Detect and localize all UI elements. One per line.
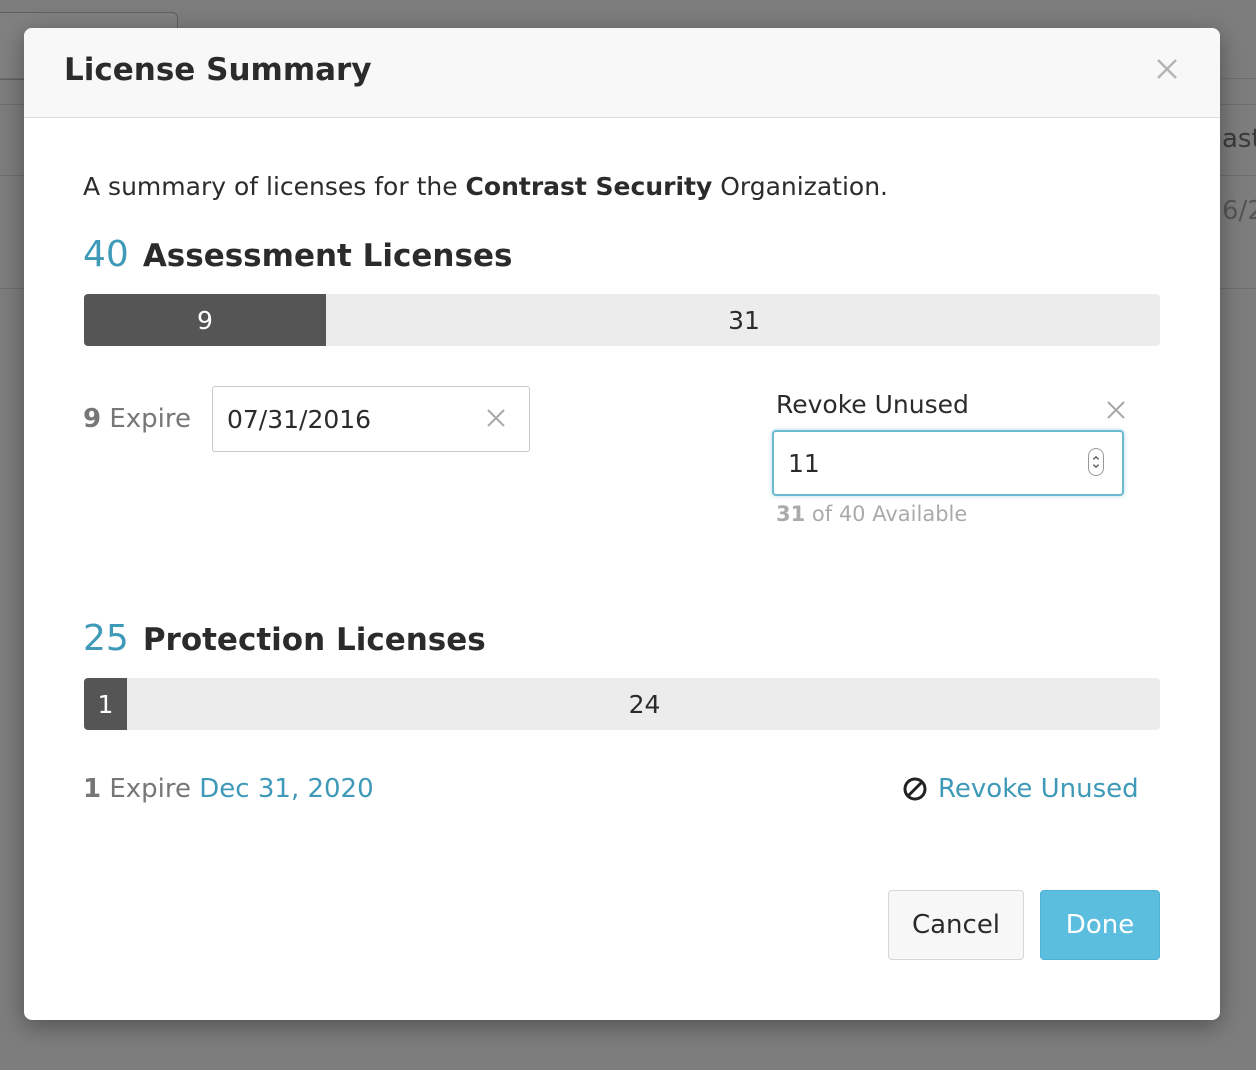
protection-label: Protection Licenses (142, 622, 486, 658)
revoke-unused-link-label[interactable]: Revoke Unused (938, 774, 1139, 804)
license-summary-modal: License Summary A summary of licenses fo… (24, 28, 1220, 1020)
protection-usage-bar: 1 24 (84, 678, 1160, 730)
close-revoke-icon[interactable] (1104, 398, 1128, 422)
done-button[interactable]: Done (1040, 890, 1160, 960)
available-count: 31 (776, 502, 806, 526)
modal-header: License Summary (24, 28, 1220, 118)
assessment-heading: 40 Assessment Licenses (83, 234, 512, 275)
protection-available-segment: 24 (628, 689, 661, 719)
summary-prefix: A summary of licenses for the (83, 172, 466, 201)
background-text-fragment: 6/2 (1222, 196, 1256, 226)
available-suffix: of 40 Available (805, 502, 968, 526)
cancel-button[interactable]: Cancel (888, 890, 1024, 960)
protection-expire-count: 1 (83, 774, 102, 804)
assessment-expire-label: 9 Expire (83, 404, 191, 434)
revoke-unused-label: Revoke Unused (776, 390, 969, 419)
number-stepper-icon[interactable] (1088, 448, 1104, 476)
ban-icon (903, 777, 927, 801)
available-count-text: 31 of 40 Available (776, 502, 967, 526)
revoke-quantity-input[interactable] (772, 430, 1124, 496)
expire-word: Expire (101, 404, 192, 434)
assessment-usage-bar: 9 31 (84, 294, 1160, 346)
assessment-available-segment: 31 (728, 305, 760, 335)
protection-heading: 25 Protection Licenses (83, 618, 486, 659)
assessment-label: Assessment Licenses (142, 238, 513, 274)
close-icon[interactable] (1152, 54, 1182, 84)
assessment-total: 40 (83, 234, 129, 275)
protection-expire-date-link[interactable]: Dec 31, 2020 (199, 774, 373, 804)
background-text-fragment: ast (1222, 124, 1256, 154)
modal-title: License Summary (64, 52, 372, 88)
summary-text: A summary of licenses for the Contrast S… (83, 172, 888, 201)
protection-expire-label: 1 Expire Dec 31, 2020 (83, 774, 374, 804)
protection-used-segment: 1 (84, 678, 127, 730)
protection-total: 25 (83, 618, 129, 659)
clear-date-icon[interactable] (484, 406, 508, 430)
expire-date-input[interactable] (212, 386, 530, 452)
assessment-used-segment: 9 (84, 294, 326, 346)
assessment-expire-count: 9 (83, 404, 102, 434)
summary-suffix: Organization. (712, 172, 889, 201)
organization-name: Contrast Security (465, 172, 713, 201)
expire-word: Expire (101, 774, 200, 804)
revoke-unused-link[interactable]: Revoke Unused (902, 774, 1139, 804)
